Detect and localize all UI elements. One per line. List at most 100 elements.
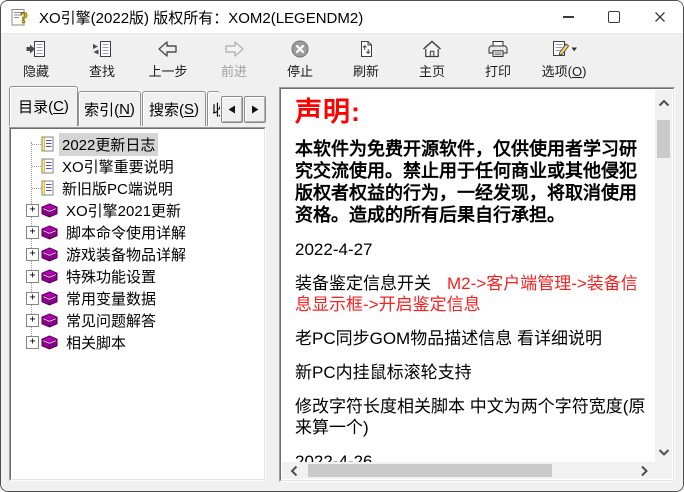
toolbar: 隐藏 查找 上一步前进 停止 刷新 主页 打印 选项(O) — [1, 33, 683, 84]
topic-heading: 声明: — [295, 96, 647, 128]
vertical-scrollbar[interactable] — [655, 90, 672, 462]
options-icon — [551, 38, 578, 59]
book-icon — [41, 291, 58, 306]
toolbar-button-label: 隐藏 — [23, 61, 49, 80]
tree-item-label: 游戏装备物品详解 — [63, 243, 189, 266]
forward-arrow-icon — [222, 38, 246, 59]
tab-search[interactable]: 搜索(S) — [142, 91, 206, 126]
close-button[interactable] — [637, 1, 683, 33]
chevron-left-icon — [289, 465, 299, 477]
page-icon — [41, 136, 54, 152]
tree-item-label: 新旧版PC端说明 — [59, 177, 176, 200]
vertical-scroll-thumb[interactable] — [657, 120, 670, 158]
tree-item[interactable]: + 相关脚本 — [11, 331, 264, 353]
tree-item-label: XO引擎2021更新 — [63, 199, 184, 222]
book-icon — [41, 313, 58, 328]
toolbar-button-hide[interactable]: 隐藏 — [3, 36, 69, 82]
title-bar: ? XO引擎(2022版) 版权所有：XOM2(LEGENDM2) — [1, 1, 683, 33]
toolbar-button-print[interactable]: 打印 — [465, 36, 531, 82]
tree-item-label: 脚本命令使用详解 — [63, 221, 189, 244]
toolbar-button-home[interactable]: 主页 — [399, 36, 465, 82]
toolbar-button-label: 查找 — [89, 61, 115, 80]
toolbar-button-find[interactable]: 查找 — [69, 36, 135, 82]
scroll-left-button[interactable] — [285, 462, 302, 479]
horizontal-scrollbar[interactable] — [282, 462, 655, 479]
tree-item[interactable]: + 游戏装备物品详解 — [11, 243, 264, 265]
main-area: 目录(C)索引(N)搜索(S)收 2022更新日志XO引擎重要说明新旧版PC端说… — [1, 84, 683, 491]
tab-contents[interactable]: 目录(C) — [9, 86, 78, 126]
page-icon — [41, 180, 54, 196]
chevron-right-icon — [639, 465, 649, 477]
toolbar-button-back[interactable]: 上一步 — [135, 36, 201, 82]
contents-tree-pane: 2022更新日志XO引擎重要说明新旧版PC端说明 + XO引擎2021更新 + 脚本命令… — [9, 127, 266, 481]
refresh-icon — [356, 38, 376, 59]
expand-plus-icon[interactable]: + — [26, 270, 39, 283]
window-controls — [545, 1, 683, 33]
scroll-up-button[interactable] — [655, 94, 672, 111]
toolbar-button-label: 主页 — [419, 61, 445, 80]
tree-connector-stub — [32, 166, 41, 167]
chevron-up-icon — [658, 98, 670, 108]
tree-item[interactable]: 2022更新日志 — [11, 133, 264, 155]
find-icon — [91, 38, 113, 59]
changelog-entry: 装备鉴定信息开关M2->客户端管理->装备信息显示框->开启鉴定信息 — [295, 273, 647, 315]
minimize-button[interactable] — [545, 1, 591, 33]
book-icon — [41, 269, 58, 284]
changelog-date: 2022-4-27 — [295, 239, 647, 260]
tree-item-label: 相关脚本 — [63, 331, 129, 354]
horizontal-scroll-thumb[interactable] — [308, 464, 552, 477]
tree-item[interactable]: +常用变量数据 — [11, 287, 264, 309]
toolbar-button-stop[interactable]: 停止 — [267, 36, 333, 82]
stop-icon — [290, 38, 310, 59]
scroll-right-button[interactable] — [635, 462, 652, 479]
print-icon — [487, 38, 509, 59]
tree-item[interactable]: + XO引擎2021更新 — [11, 199, 264, 221]
book-icon — [41, 335, 58, 350]
tab-favorites[interactable]: 收 — [207, 91, 220, 126]
tab-scroll-left-button[interactable] — [221, 96, 243, 123]
expand-plus-icon[interactable]: + — [26, 226, 39, 239]
toolbar-button-label: 停止 — [287, 61, 313, 80]
changelog-entry: 新PC内挂鼠标滚轮支持 — [295, 362, 647, 383]
maximize-icon — [608, 11, 620, 23]
tree-item[interactable]: +特殊功能设置 — [11, 265, 264, 287]
close-icon — [654, 11, 666, 23]
tree-connector-stub — [32, 188, 41, 189]
triangle-right-icon — [251, 105, 259, 114]
tree-item-label: XO引擎重要说明 — [59, 155, 177, 178]
expand-plus-icon[interactable]: + — [26, 204, 39, 217]
toolbar-button-label: 前进 — [221, 61, 247, 80]
changelog-entry: 老PC同步GOM物品描述信息 看详细说明 — [295, 328, 647, 349]
chevron-down-icon — [658, 447, 670, 457]
topic-document: 声明: 本软件为免费开源软件，仅供使用者学习研究交流使用。禁止用于任何商业或其他… — [282, 90, 655, 462]
book-icon — [41, 203, 58, 218]
expand-plus-icon[interactable]: + — [26, 292, 39, 305]
expand-plus-icon[interactable]: + — [26, 314, 39, 327]
home-icon — [421, 38, 443, 59]
tree-item-label: 常见问题解答 — [63, 309, 159, 332]
toolbar-button-label: 打印 — [485, 61, 511, 80]
expand-plus-icon[interactable]: + — [26, 248, 39, 261]
page-icon — [41, 158, 54, 174]
book-icon — [41, 225, 58, 240]
book-icon — [41, 247, 58, 262]
maximize-button[interactable] — [591, 1, 637, 33]
toolbar-button-label: 刷新 — [353, 61, 379, 80]
tree-item[interactable]: + 常见问题解答 — [11, 309, 264, 331]
expand-plus-icon[interactable]: + — [26, 336, 39, 349]
scroll-down-button[interactable] — [655, 443, 672, 460]
toolbar-button-refresh[interactable]: 刷新 — [333, 36, 399, 82]
toolbar-button-options[interactable]: 选项(O) — [531, 36, 597, 82]
tree-item[interactable]: 新旧版PC端说明 — [11, 177, 264, 199]
help-viewer-window: ? XO引擎(2022版) 版权所有：XOM2(LEGENDM2) 隐藏 查找 上一… — [0, 0, 684, 492]
entry-label: 装备鉴定信息开关 — [295, 274, 431, 293]
topic-content-pane: 声明: 本软件为免费开源软件，仅供使用者学习研究交流使用。禁止用于任何商业或其他… — [279, 87, 675, 482]
toolbar-button-forward: 前进 — [201, 36, 267, 82]
tree-item[interactable]: XO引擎重要说明 — [11, 155, 264, 177]
tab-scroll-right-button[interactable] — [244, 96, 266, 123]
back-arrow-icon — [156, 38, 180, 59]
tree-item[interactable]: + 脚本命令使用详解 — [11, 221, 264, 243]
changelog-date: 2022-4-26 — [295, 451, 647, 462]
contents-tree: 2022更新日志XO引擎重要说明新旧版PC端说明 + XO引擎2021更新 + 脚本命令… — [11, 129, 264, 479]
tab-index[interactable]: 索引(N) — [78, 91, 141, 126]
